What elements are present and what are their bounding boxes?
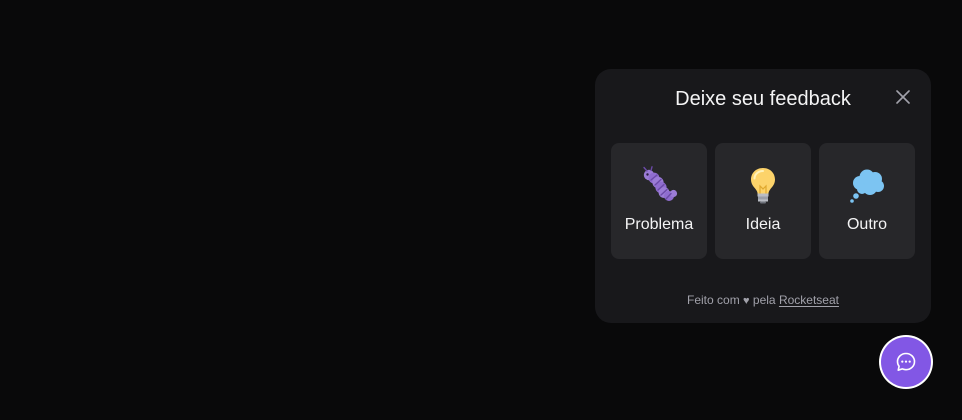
rocketseat-link[interactable]: Rocketseat [779, 293, 839, 307]
thought-bubble-icon [847, 165, 887, 205]
page-background: Deixe seu feedback Problema Ideia Outro … [0, 0, 962, 420]
option-problema[interactable]: Problema [611, 143, 707, 259]
option-outro[interactable]: Outro [819, 143, 915, 259]
option-ideia[interactable]: Ideia [715, 143, 811, 259]
lightbulb-icon [743, 165, 783, 205]
option-label: Problema [624, 216, 694, 233]
bug-icon [639, 165, 679, 205]
close-button[interactable] [893, 87, 913, 107]
option-label: Ideia [745, 216, 781, 233]
widget-title: Deixe seu feedback [675, 88, 851, 110]
feedback-widget: Deixe seu feedback Problema Ideia Outro … [595, 69, 931, 323]
feedback-fab-button[interactable] [881, 337, 931, 387]
footer-prefix: Feito com [687, 293, 740, 307]
widget-footer: Feito com ♥ pela Rocketseat [595, 292, 931, 309]
close-icon [896, 90, 910, 104]
feedback-type-options: Problema Ideia Outro [611, 143, 915, 259]
heart-icon: ♥ [743, 295, 750, 307]
chat-icon [896, 352, 916, 371]
footer-middle: pela [752, 293, 776, 307]
option-label: Outro [846, 216, 887, 233]
